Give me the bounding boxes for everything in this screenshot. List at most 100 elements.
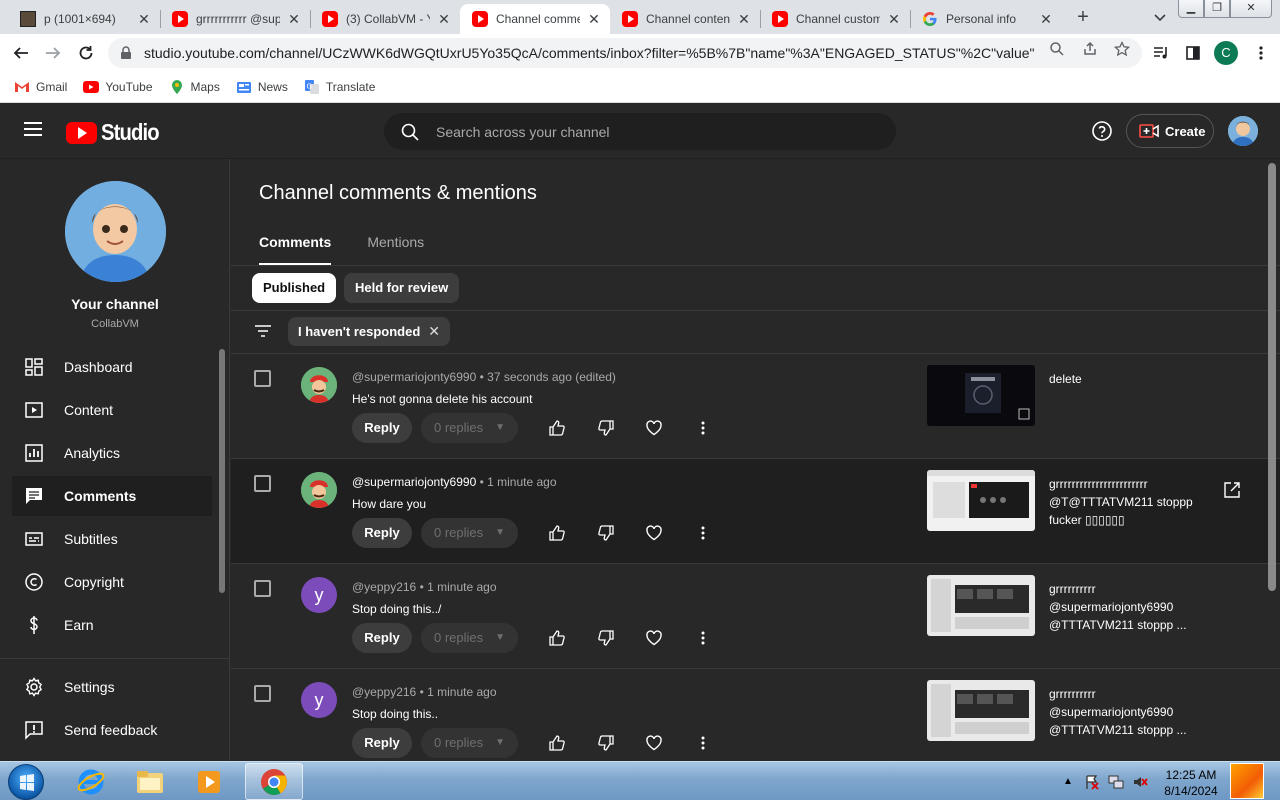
comment-author[interactable]: @supermariojonty6990 bbox=[352, 475, 476, 489]
chip-published[interactable]: Published bbox=[252, 273, 337, 303]
video-title[interactable]: grrrrrrrrrr @supermariojonty6990 @TTTATV… bbox=[1049, 580, 1199, 634]
comment-author[interactable]: @supermariojonty6990 bbox=[352, 370, 476, 384]
heart-icon[interactable] bbox=[643, 417, 665, 439]
reply-button[interactable]: Reply bbox=[352, 728, 412, 758]
reply-button[interactable]: Reply bbox=[352, 413, 412, 443]
show-hidden-icons-icon[interactable]: ▲ bbox=[1060, 774, 1076, 790]
comment-checkbox[interactable] bbox=[254, 685, 271, 702]
forward-icon[interactable] bbox=[42, 42, 64, 64]
more-options-icon[interactable] bbox=[692, 627, 714, 649]
close-window-button[interactable]: ✕ bbox=[1230, 0, 1272, 18]
action-center-flag-icon[interactable] bbox=[1084, 774, 1100, 790]
heart-icon[interactable] bbox=[643, 732, 665, 754]
volume-muted-icon[interactable] bbox=[1132, 774, 1148, 790]
back-icon[interactable] bbox=[10, 42, 32, 64]
new-tab-button[interactable]: + bbox=[1072, 6, 1094, 28]
close-tab-icon[interactable]: ✕ bbox=[136, 11, 152, 27]
dislike-icon[interactable] bbox=[595, 732, 617, 754]
video-title[interactable]: delete bbox=[1049, 370, 1199, 388]
start-button[interactable] bbox=[8, 764, 44, 800]
filter-icon[interactable] bbox=[253, 321, 273, 341]
video-thumbnail[interactable] bbox=[927, 575, 1035, 636]
like-icon[interactable] bbox=[546, 732, 568, 754]
browser-tab[interactable]: p (1001×694) ✕ bbox=[8, 4, 160, 34]
sidebar-item-dashboard[interactable]: Dashboard bbox=[12, 347, 212, 387]
bookmark-star-icon[interactable] bbox=[1113, 40, 1131, 57]
close-tab-icon[interactable]: ✕ bbox=[436, 11, 452, 27]
zoom-icon[interactable] bbox=[1049, 41, 1065, 57]
create-button[interactable]: Create bbox=[1126, 114, 1214, 148]
close-tab-icon[interactable]: ✕ bbox=[736, 11, 752, 27]
sidebar-item-analytics[interactable]: Analytics bbox=[12, 433, 212, 473]
comment-checkbox[interactable] bbox=[254, 370, 271, 387]
more-options-icon[interactable] bbox=[692, 417, 714, 439]
address-bar[interactable]: studio.youtube.com/channel/UCzWWK6dWGQtU… bbox=[108, 38, 1142, 68]
bookmark-maps[interactable]: Maps bbox=[169, 79, 220, 95]
video-thumbnail[interactable] bbox=[927, 680, 1035, 741]
internet-explorer-icon[interactable] bbox=[62, 763, 120, 800]
more-options-icon[interactable] bbox=[692, 522, 714, 544]
media-player-icon[interactable] bbox=[180, 763, 238, 800]
commenter-avatar[interactable]: y bbox=[301, 682, 337, 718]
chrome-menu-icon[interactable] bbox=[1250, 42, 1272, 64]
sidebar-item-settings[interactable]: Settings bbox=[12, 667, 212, 707]
bookmark-youtube[interactable]: YouTube bbox=[83, 79, 153, 95]
sidebar-item-comments[interactable]: Comments bbox=[12, 476, 212, 516]
help-icon[interactable] bbox=[1091, 120, 1113, 142]
show-desktop-button[interactable] bbox=[1230, 763, 1264, 799]
search-input[interactable] bbox=[436, 123, 876, 140]
comment-author[interactable]: @yeppy216 bbox=[352, 685, 416, 699]
minimize-window-button[interactable]: ▁ bbox=[1178, 0, 1204, 18]
side-panel-icon[interactable] bbox=[1182, 42, 1204, 64]
dislike-icon[interactable] bbox=[595, 417, 617, 439]
comment-checkbox[interactable] bbox=[254, 580, 271, 597]
reply-button[interactable]: Reply bbox=[352, 623, 412, 653]
channel-avatar[interactable] bbox=[65, 181, 166, 282]
account-avatar[interactable] bbox=[1228, 116, 1258, 146]
video-thumbnail[interactable] bbox=[927, 470, 1035, 531]
network-icon[interactable] bbox=[1108, 774, 1124, 790]
heart-icon[interactable] bbox=[643, 522, 665, 544]
close-tab-icon[interactable]: ✕ bbox=[1038, 11, 1054, 27]
browser-tab[interactable]: (3) CollabVM - Y ✕ bbox=[310, 4, 460, 34]
close-tab-icon[interactable]: ✕ bbox=[886, 11, 902, 27]
bookmark-news[interactable]: News bbox=[236, 79, 288, 95]
tab-comments[interactable]: Comments bbox=[259, 234, 332, 266]
sidebar-scrollbar[interactable] bbox=[219, 349, 225, 593]
video-thumbnail[interactable] bbox=[927, 365, 1035, 426]
bookmark-gmail[interactable]: Gmail bbox=[14, 79, 67, 95]
commenter-avatar[interactable]: y bbox=[301, 577, 337, 613]
channel-search-bar[interactable] bbox=[384, 113, 896, 150]
file-explorer-icon[interactable] bbox=[121, 763, 179, 800]
tab-search-chevron-icon[interactable] bbox=[1152, 9, 1168, 25]
video-title[interactable]: grrrrrrrrrrrrrrrrrrrrrrr @T@TTTATVM211 s… bbox=[1049, 475, 1199, 529]
sidebar-item-earn[interactable]: Earn bbox=[12, 605, 212, 645]
menu-icon[interactable] bbox=[24, 122, 42, 136]
commenter-avatar[interactable] bbox=[301, 472, 337, 508]
dislike-icon[interactable] bbox=[595, 627, 617, 649]
comment-author[interactable]: @yeppy216 bbox=[352, 580, 416, 594]
studio-logo[interactable]: Studio bbox=[66, 119, 167, 146]
close-tab-icon[interactable]: ✕ bbox=[286, 11, 302, 27]
open-in-new-icon[interactable] bbox=[1222, 480, 1242, 500]
filter-chip[interactable]: I haven't responded ✕ bbox=[288, 317, 451, 346]
sidebar-item-subtitles[interactable]: Subtitles bbox=[12, 519, 212, 559]
chip-held-for-review[interactable]: Held for review bbox=[344, 273, 460, 303]
like-icon[interactable] bbox=[546, 627, 568, 649]
bookmark-translate[interactable]: G Translate bbox=[304, 79, 375, 95]
dislike-icon[interactable] bbox=[595, 522, 617, 544]
browser-tab[interactable]: Personal info ✕ bbox=[910, 4, 1062, 34]
sidebar-item-content[interactable]: Content bbox=[12, 390, 212, 430]
remove-filter-icon[interactable]: ✕ bbox=[428, 317, 440, 346]
like-icon[interactable] bbox=[546, 417, 568, 439]
browser-tab[interactable]: Channel custom ✕ bbox=[760, 4, 910, 34]
restore-window-button[interactable]: ❐ bbox=[1204, 0, 1230, 18]
commenter-avatar[interactable] bbox=[301, 367, 337, 403]
main-scrollbar[interactable] bbox=[1268, 163, 1276, 591]
system-clock[interactable]: 12:25 AM 8/14/2024 bbox=[1158, 767, 1224, 799]
video-title[interactable]: grrrrrrrrrr @supermariojonty6990 @TTTATV… bbox=[1049, 685, 1199, 739]
browser-tab[interactable]: Channel conten ✕ bbox=[610, 4, 760, 34]
share-icon[interactable] bbox=[1082, 41, 1098, 57]
reply-button[interactable]: Reply bbox=[352, 518, 412, 548]
browser-tab[interactable]: grrrrrrrrrrr @sup ✕ bbox=[160, 4, 310, 34]
